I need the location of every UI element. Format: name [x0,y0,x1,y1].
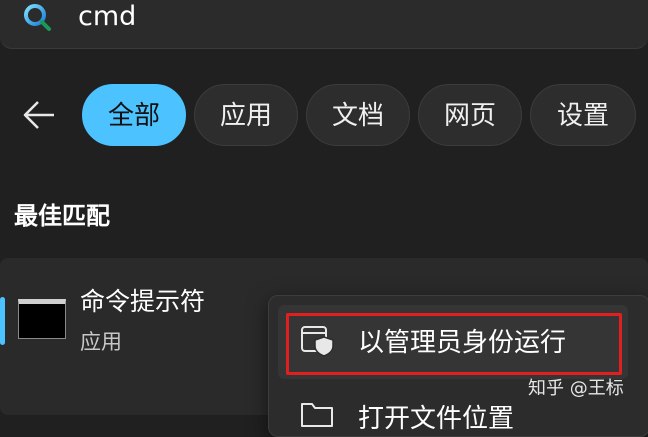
shield-window-icon [301,326,334,357]
filter-tab-all[interactable]: 全部 [82,84,186,146]
best-match-heading: 最佳匹配 [14,202,110,230]
app-type: 应用 [80,330,122,354]
watermark: 知乎 @王标 [528,378,624,399]
search-input[interactable]: cmd [78,0,136,34]
folder-icon [301,403,333,427]
menu-item-label: 以管理员身份运行 [358,328,567,358]
filter-tab-web[interactable]: 网页 [418,84,522,146]
filter-tab-apps[interactable]: 应用 [194,84,298,146]
filter-tab-documents[interactable]: 文档 [306,84,410,146]
command-prompt-icon [18,299,66,339]
filter-tab-settings[interactable]: 设置 [530,84,636,146]
app-name: 命令提示符 [80,287,206,316]
search-icon [24,4,51,31]
selection-indicator [0,297,5,345]
back-arrow-icon[interactable] [22,98,56,132]
menu-item-open-file-location[interactable]: 打开文件位置 [358,398,514,435]
